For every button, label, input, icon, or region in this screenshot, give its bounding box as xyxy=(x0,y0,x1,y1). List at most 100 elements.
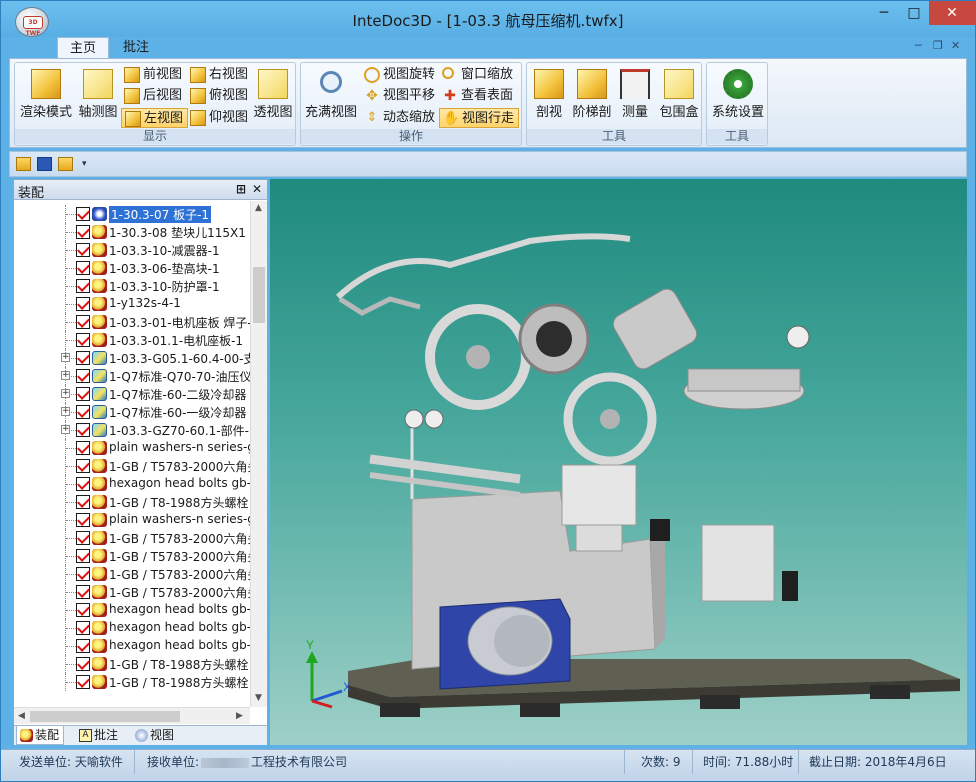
visibility-checkbox[interactable] xyxy=(76,243,90,257)
tree-vertical-thumb[interactable] xyxy=(253,267,265,323)
back-view-button[interactable]: 后视图 xyxy=(121,86,186,106)
visibility-checkbox[interactable] xyxy=(76,675,90,689)
visibility-checkbox[interactable] xyxy=(76,261,90,275)
tree-item-label[interactable]: hexagon head bolts gb- xyxy=(109,638,250,652)
tree-row[interactable]: 1-03.3-06-垫高块-1 xyxy=(14,259,250,277)
visibility-checkbox[interactable] xyxy=(76,369,90,383)
bounding-box-button[interactable]: 包围盒 xyxy=(655,65,703,125)
tree-row[interactable]: +1-Q7标准-60-二级冷却器 xyxy=(14,385,250,403)
tree-row[interactable]: 1-30.3-07 板子-1 xyxy=(14,205,250,223)
compressor-model[interactable]: Y X xyxy=(270,179,967,745)
visibility-checkbox[interactable] xyxy=(76,441,90,455)
visibility-checkbox[interactable] xyxy=(76,279,90,293)
tree-row[interactable]: 1-03.3-10-防护罩-1 xyxy=(14,277,250,295)
step-section-button[interactable]: 阶梯剖 xyxy=(569,65,615,125)
mdi-close-button[interactable]: ✕ xyxy=(951,39,960,52)
visibility-checkbox[interactable] xyxy=(76,333,90,347)
tree-row[interactable]: 1-GB / T5783-2000六角头 xyxy=(14,529,250,547)
expand-icon[interactable]: + xyxy=(61,389,70,398)
front-view-button[interactable]: 前视图 xyxy=(121,65,186,85)
tree-item-label[interactable]: 1-GB / T8-1988方头螺栓 xyxy=(109,494,248,511)
tree-row[interactable]: 1-30.3-08 垫块儿115X1 xyxy=(14,223,250,241)
walk-view-button[interactable]: ✋ 视图行走 xyxy=(439,108,520,128)
expand-icon[interactable]: + xyxy=(61,425,70,434)
mdi-minimize-button[interactable]: ─ xyxy=(915,39,922,52)
tree-item-label[interactable]: 1-y132s-4-1 xyxy=(109,296,181,310)
visibility-checkbox[interactable] xyxy=(76,603,90,617)
tree-row[interactable]: 1-03.3-10-减震器-1 xyxy=(14,241,250,259)
tree-item-label[interactable]: plain washers-n series-g xyxy=(109,512,250,526)
tree-item-label[interactable]: 1-GB / T5783-2000六角头 xyxy=(109,566,250,583)
tree-item-label[interactable]: 1-03.3-01-电机座板 焊子- xyxy=(109,314,250,331)
tree-item-label[interactable]: 1-Q7标准-60-一级冷却器 xyxy=(109,404,246,421)
tab-annotations[interactable]: A 批注 xyxy=(76,726,122,745)
expand-icon[interactable]: + xyxy=(61,407,70,416)
tree-vertical-scrollbar[interactable]: ▲ ▼ xyxy=(250,201,267,707)
tree-item-label[interactable]: 1-03.3-10-防护罩-1 xyxy=(109,278,220,295)
visibility-checkbox[interactable] xyxy=(76,531,90,545)
system-settings-button[interactable]: 系统设置 xyxy=(709,65,767,125)
visibility-checkbox[interactable] xyxy=(76,621,90,635)
scroll-right-icon[interactable]: ▶ xyxy=(236,711,243,721)
tree-row[interactable]: 1-GB / T8-1988方头螺栓 xyxy=(14,655,250,673)
tree-row[interactable]: +1-03.3-G05.1-60.4-00-支 xyxy=(14,349,250,367)
tree-item-label[interactable]: 1-30.3-08 垫块儿115X1 xyxy=(109,224,246,241)
tree-row[interactable]: 1-GB / T8-1988方头螺栓 xyxy=(14,493,250,511)
tab-annotation[interactable]: 批注 xyxy=(111,37,161,59)
render-mode-button[interactable]: 渲染模式 xyxy=(17,65,75,125)
tree-row[interactable]: 1-03.3-01.1-电机座板-1 xyxy=(14,331,250,349)
axonometric-button[interactable]: 轴测图 xyxy=(73,65,123,125)
mdi-restore-button[interactable]: ❐ xyxy=(933,39,943,52)
tree-row[interactable]: 1-y132s-4-1 xyxy=(14,295,250,313)
tree-row[interactable]: hexagon head bolts gb- xyxy=(14,601,250,619)
dynamic-zoom-button[interactable]: ⇕ 动态缩放 xyxy=(361,108,439,128)
visibility-checkbox[interactable] xyxy=(76,297,90,311)
left-view-button[interactable]: 左视图 xyxy=(121,108,189,128)
right-view-button[interactable]: 右视图 xyxy=(187,65,252,85)
tab-views[interactable]: 视图 xyxy=(132,726,178,745)
visibility-checkbox[interactable] xyxy=(76,657,90,671)
fit-view-button[interactable]: 充满视图 xyxy=(303,65,359,125)
measure-button[interactable]: 测量 xyxy=(615,65,655,125)
tree-row[interactable]: 1-GB / T5783-2000六角头 xyxy=(14,583,250,601)
tree-row[interactable]: 1-GB / T5783-2000六角头 xyxy=(14,565,250,583)
tree-row[interactable]: 1-GB / T5783-2000六角头 xyxy=(14,457,250,475)
visibility-checkbox[interactable] xyxy=(76,639,90,653)
tree-horizontal-thumb[interactable] xyxy=(30,711,180,722)
visibility-checkbox[interactable] xyxy=(76,387,90,401)
close-button[interactable]: ✕ xyxy=(929,1,975,25)
tree-item-label[interactable]: plain washers-n series-g xyxy=(109,440,250,454)
scroll-down-icon[interactable]: ▼ xyxy=(255,693,262,703)
tree-row[interactable]: plain washers-n series-g xyxy=(14,439,250,457)
visibility-checkbox[interactable] xyxy=(76,567,90,581)
tree-item-label[interactable]: 1-GB / T8-1988方头螺栓 xyxy=(109,674,248,691)
tree-row[interactable]: hexagon head bolts gb- xyxy=(14,637,250,655)
visibility-checkbox[interactable] xyxy=(76,477,90,491)
open-icon[interactable] xyxy=(16,157,31,171)
tree-row[interactable]: plain washers-n series-g xyxy=(14,511,250,529)
perspective-button[interactable]: 透视图 xyxy=(249,65,297,125)
visibility-checkbox[interactable] xyxy=(76,585,90,599)
tree-item-label[interactable]: hexagon head bolts gb- xyxy=(109,620,250,634)
visibility-checkbox[interactable] xyxy=(76,459,90,473)
tree-row[interactable]: 1-GB / T8-1988方头螺栓 xyxy=(14,673,250,691)
tree-row[interactable]: hexagon head bolts gb- xyxy=(14,475,250,493)
view-surface-button[interactable]: ✚ 查看表面 xyxy=(439,86,517,106)
tree-item-label[interactable]: 1-Q7标准-60-二级冷却器 xyxy=(109,386,246,403)
customize-icon[interactable]: ▾ xyxy=(82,157,97,171)
tree-item-label[interactable]: 1-GB / T5783-2000六角头 xyxy=(109,548,250,565)
expand-icon[interactable]: + xyxy=(61,371,70,380)
tree-item-label[interactable]: 1-03.3-G05.1-60.4-00-支 xyxy=(109,350,250,367)
tree-row[interactable]: hexagon head bolts gb- xyxy=(14,619,250,637)
panel-close-icon[interactable]: ✕ xyxy=(252,182,262,196)
tree-item-label[interactable]: 1-GB / T5783-2000六角头 xyxy=(109,530,250,547)
window-zoom-button[interactable]: 窗口缩放 xyxy=(439,65,517,85)
tree-item-label[interactable]: hexagon head bolts gb- xyxy=(109,602,250,616)
tree-row[interactable]: +1-03.3-GZ70-60.1-部件-1 xyxy=(14,421,250,439)
visibility-checkbox[interactable] xyxy=(76,513,90,527)
bottom-view-button[interactable]: 仰视图 xyxy=(187,108,252,128)
visibility-checkbox[interactable] xyxy=(76,405,90,419)
section-button[interactable]: 剖视 xyxy=(527,65,571,125)
tree-item-label[interactable]: 1-GB / T5783-2000六角头 xyxy=(109,458,250,475)
visibility-checkbox[interactable] xyxy=(76,495,90,509)
